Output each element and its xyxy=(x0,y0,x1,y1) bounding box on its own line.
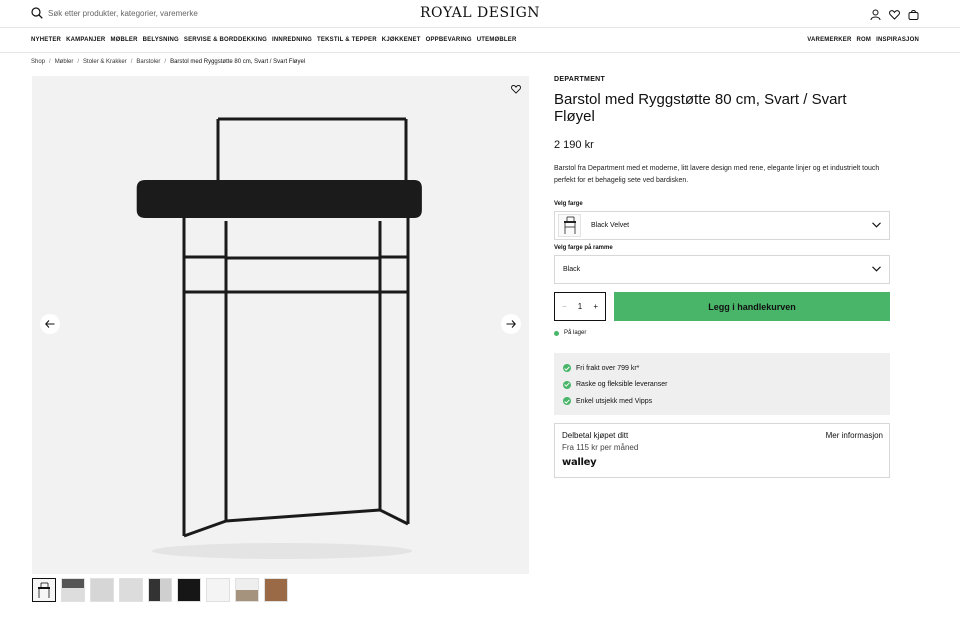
search-bar[interactable] xyxy=(31,7,208,19)
thumbnail[interactable] xyxy=(32,578,56,602)
nav-item-tekstil[interactable]: TEKSTIL & TEPPER xyxy=(317,37,377,43)
decrease-quantity-button[interactable]: − xyxy=(562,302,567,311)
breadcrumb-item[interactable]: Møbler xyxy=(55,59,74,65)
nav-item-servise[interactable]: SERVISE & BORDDEKKING xyxy=(184,37,267,43)
product-info: DEPARTMENT Barstol med Ryggstøtte 80 cm,… xyxy=(554,76,890,478)
wishlist-heart-icon[interactable] xyxy=(511,84,521,94)
nav-item-mobler[interactable]: MØBLER xyxy=(110,37,137,43)
search-icon[interactable] xyxy=(31,7,43,19)
thumbnail[interactable] xyxy=(206,578,230,602)
color-label: Velg farge xyxy=(554,201,583,207)
breadcrumb-item[interactable]: Shop xyxy=(31,59,45,65)
secondary-nav: VAREMERKER ROM INSPIRASJON xyxy=(807,37,919,43)
usp-item: Raske og fleksible leveranser xyxy=(563,377,881,394)
product-image-gallery[interactable] xyxy=(32,76,529,574)
in-stock-dot-icon xyxy=(554,330,559,336)
walley-logo: walley xyxy=(562,456,597,468)
part-payment-box: Delbetal kjøpet ditt Fra 115 kr per måne… xyxy=(554,422,890,478)
user-icon[interactable] xyxy=(870,7,881,21)
frame-color-select[interactable]: Black xyxy=(554,255,890,284)
thumbnail[interactable] xyxy=(177,578,201,602)
nav-item-innredning[interactable]: INNREDNING xyxy=(272,37,312,43)
quantity-value[interactable]: 1 xyxy=(578,302,582,311)
usp-text: Fri frakt over 799 kr* xyxy=(576,364,640,372)
usp-text: Raske og fleksible leveranser xyxy=(576,381,668,389)
product-description: Barstol fra Department med et moderne, l… xyxy=(554,165,880,184)
thumbnail-strip xyxy=(32,578,288,602)
add-to-cart-button[interactable]: Legg i handlekurven xyxy=(614,292,890,321)
nav-item-inspirasjon[interactable]: INSPIRASJON xyxy=(876,37,919,43)
stock-status: På lager xyxy=(554,330,890,336)
arrow-right-icon xyxy=(506,320,516,328)
purchase-row: − 1 + Legg i handlekurven xyxy=(554,292,890,321)
bag-icon[interactable] xyxy=(908,7,919,20)
thumbnail[interactable] xyxy=(61,578,85,602)
header-icons xyxy=(870,7,919,21)
product-brand[interactable]: DEPARTMENT xyxy=(554,76,890,83)
nav-item-nyheter[interactable]: NYHETER xyxy=(31,37,61,43)
breadcrumb-separator: / xyxy=(77,59,80,65)
breadcrumb-separator: / xyxy=(130,59,133,65)
breadcrumb-separator: / xyxy=(164,59,167,65)
thumbnail[interactable] xyxy=(148,578,172,602)
nav-item-varemerker[interactable]: VAREMERKER xyxy=(807,37,851,43)
chevron-down-icon xyxy=(872,266,881,272)
check-circle-icon xyxy=(563,397,571,406)
usp-item: Enkel utsjekk med Vipps xyxy=(563,393,881,410)
product-image xyxy=(136,117,422,559)
more-info-link[interactable]: Mer informasjon xyxy=(826,431,883,440)
increase-quantity-button[interactable]: + xyxy=(593,302,598,311)
usp-text: Enkel utsjekk med Vipps xyxy=(576,397,653,405)
nav-item-kjokkenet[interactable]: KJØKKENET xyxy=(382,37,421,43)
stock-status-text: På lager xyxy=(564,330,587,336)
top-bar: ROYAL DESIGN xyxy=(0,0,960,27)
product-title: Barstol med Ryggstøtte 80 cm, Svart / Sv… xyxy=(554,91,847,125)
site-logo[interactable]: ROYAL DESIGN xyxy=(420,5,540,21)
color-select[interactable]: Black Velvet xyxy=(554,211,890,240)
arrow-left-icon xyxy=(45,320,55,328)
breadcrumb-item[interactable]: Stoler & Krakker xyxy=(83,59,127,65)
color-select-value: Black Velvet xyxy=(591,222,630,229)
main-nav: NYHETER KAMPANJER MØBLER BELYSNING SERVI… xyxy=(31,37,517,43)
breadcrumb-separator: / xyxy=(49,59,51,65)
check-circle-icon xyxy=(563,380,571,389)
nav-divider xyxy=(0,52,960,53)
nav-item-oppbevaring[interactable]: OPPBEVARING xyxy=(426,37,472,43)
nav-item-rom[interactable]: ROM xyxy=(857,37,872,43)
frame-color-label: Velg farge på ramme xyxy=(554,245,613,251)
check-circle-icon xyxy=(563,364,571,373)
next-image-button[interactable] xyxy=(501,314,521,334)
prev-image-button[interactable] xyxy=(40,314,60,334)
thumbnail[interactable] xyxy=(235,578,259,602)
breadcrumb: Shop / Møbler / Stoler & Krakker / Barstole… xyxy=(31,59,305,65)
usp-item: Fri frakt over 799 kr* xyxy=(563,360,881,377)
quantity-stepper[interactable]: − 1 + xyxy=(554,292,606,321)
product-price: 2 190 kr xyxy=(554,139,594,151)
breadcrumb-item[interactable]: Barstoler xyxy=(136,59,160,65)
breadcrumb-current: Barstol med Ryggstøtte 80 cm, Svart / Sv… xyxy=(170,59,306,65)
frame-color-select-value: Black xyxy=(563,266,581,273)
thumbnail[interactable] xyxy=(264,578,288,602)
usp-list: Fri frakt over 799 kr* Raske og fleksibl… xyxy=(554,353,890,415)
search-input[interactable] xyxy=(48,8,208,18)
header-divider xyxy=(0,27,960,28)
heart-icon[interactable] xyxy=(889,7,900,20)
nav-item-kampanjer[interactable]: KAMPANJER xyxy=(66,37,105,43)
thumbnail[interactable] xyxy=(119,578,143,602)
nav-item-belysning[interactable]: BELYSNING xyxy=(143,37,179,43)
part-payment-subtitle: Fra 115 kr per måned xyxy=(562,442,639,452)
chevron-down-icon xyxy=(872,222,881,228)
color-swatch xyxy=(558,214,581,237)
nav-item-utemobler[interactable]: UTEMØBLER xyxy=(477,37,517,43)
thumbnail[interactable] xyxy=(90,578,114,602)
